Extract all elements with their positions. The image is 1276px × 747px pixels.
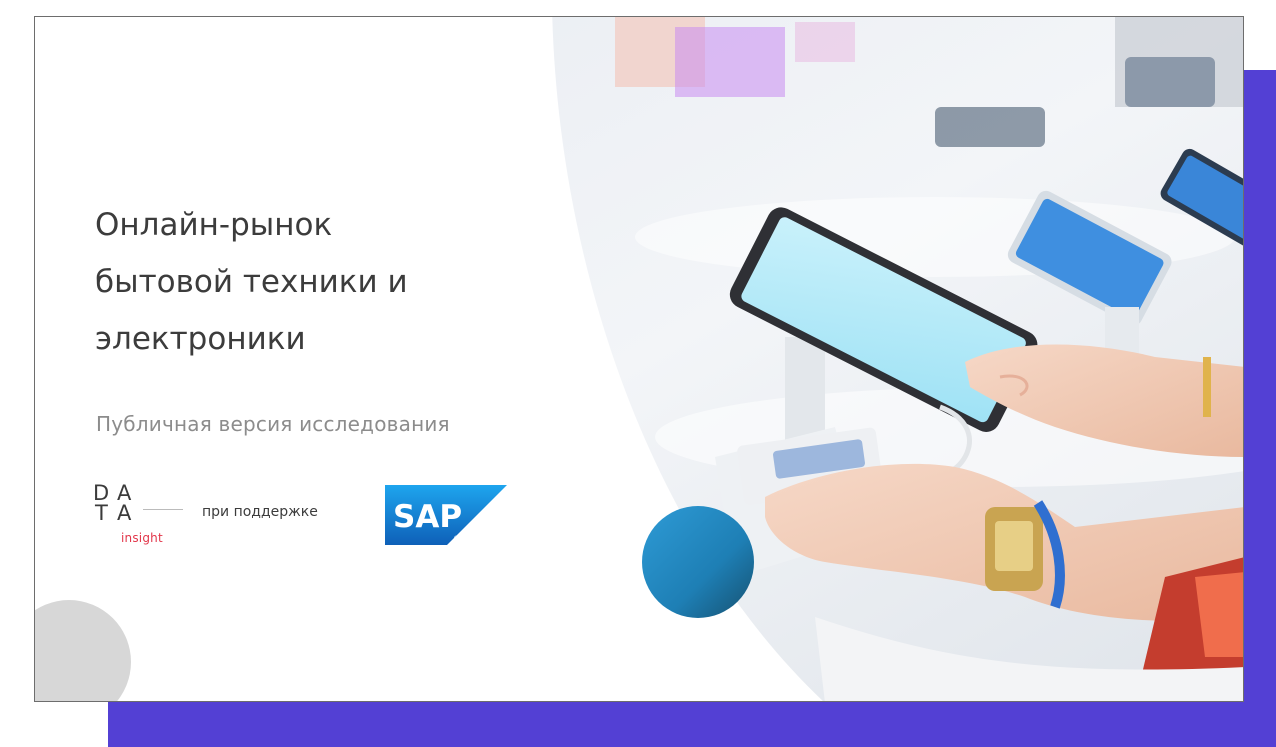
title-slide: Онлайн-рынок бытовой техники и электрони…	[34, 16, 1244, 702]
sap-logo: SAP ®	[385, 485, 507, 545]
grey-circle-decoration	[35, 600, 131, 701]
logo-letter-d: D	[93, 481, 110, 505]
title-line-1: Онлайн-рынок	[95, 207, 333, 243]
logo-letter-a: A	[117, 481, 132, 505]
teal-circle-decoration	[642, 506, 754, 618]
data-insight-logo: D A T A insight	[93, 483, 203, 549]
logo-letter-t: T	[95, 501, 108, 525]
title-line-2: бытовой техники и	[95, 264, 408, 300]
logo-rule	[143, 509, 183, 510]
sap-registered-mark: ®	[453, 535, 460, 543]
logo-letter-a2: A	[117, 501, 132, 525]
title-line-3: электроники	[95, 321, 306, 357]
subtitle: Публичная версия исследования	[96, 412, 450, 436]
support-text: при поддержке	[202, 504, 318, 520]
sap-logo-text: SAP	[393, 499, 462, 535]
logo-insight-text: insight	[121, 531, 163, 545]
page-title: Онлайн-рынок бытовой техники и электрони…	[95, 197, 555, 368]
